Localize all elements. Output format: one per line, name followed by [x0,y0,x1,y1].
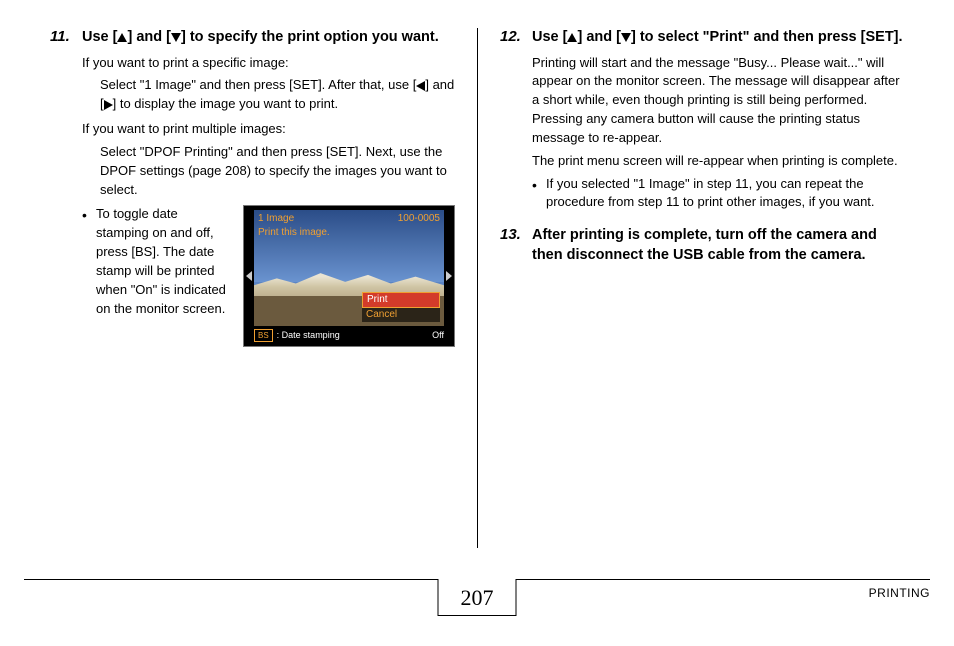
down-triangle-icon [621,33,631,42]
camera-top-labels: 1 Image 100-0005 [258,212,440,227]
date-stamping-value: Off [432,329,444,342]
step-title: After printing is complete, turn off the… [532,226,904,265]
title-part: ] and [ [577,29,621,45]
step-number: 13. [500,226,521,243]
body-line: If you want to print multiple images: [82,120,455,139]
bullet-text-col: To toggle date stamping on and off, pres… [82,205,233,322]
page-footer: 207 PRINTING [24,579,930,628]
bullet-and-image-row: To toggle date stamping on and off, pres… [82,205,455,347]
left-column: 11. Use [ ] and [ ] to specify the print o… [50,28,477,548]
step-11: 11. Use [ ] and [ ] to specify the print o… [50,28,455,347]
bullet-item: To toggle date stamping on and off, pres… [82,205,233,318]
camera-bottom-bar: BS : Date stamping Off [254,328,444,342]
footer-line: 207 PRINTING [24,579,930,628]
date-stamping-label: : Date stamping [277,329,340,342]
manual-page: 11. Use [ ] and [ ] to specify the print o… [0,0,954,548]
step-title: Use [ ] and [ ] to select "Print" and then… [532,28,904,48]
step-body: If you want to print a specific image: S… [82,54,455,348]
camera-print-menu: Print Cancel [362,292,440,322]
bullet-item: If you selected "1 Image" in step 11, yo… [532,175,904,213]
title-part: Use [ [532,29,567,45]
bs-badge: BS [254,329,273,343]
step-13: 13. After printing is complete, turn off… [500,226,904,265]
camera-screenshot: 1 Image 100-0005 Print this image. Print… [243,205,455,347]
body-line: If you want to print a specific image: [82,54,455,73]
indent-block: Select "1 Image" and then press [SET]. A… [82,76,455,114]
page-number: 207 [438,579,517,616]
menu-item-print: Print [362,292,440,308]
up-triangle-icon [117,33,127,42]
step-number: 12. [500,28,521,45]
bullet-list: If you selected "1 Image" in step 11, yo… [532,175,904,213]
menu-item-cancel: Cancel [362,308,440,322]
camera-subtitle: Print this image. [258,226,330,241]
title-part: ] and [ [127,29,171,45]
bullet-list: To toggle date stamping on and off, pres… [82,205,233,318]
camera-mode-label: 1 Image [258,212,294,227]
step-title: Use [ ] and [ ] to specify the print optio… [82,28,455,48]
indent-block: Select "DPOF Printing" and then press [S… [82,143,455,200]
body-paragraph: Printing will start and the message "Bus… [532,54,904,148]
footer-section-label: PRINTING [869,586,930,600]
right-triangle-icon [104,100,113,110]
title-part: ] to select "Print" and then press [SET]… [631,29,903,45]
body-part: Select "1 Image" and then press [SET]. A… [100,77,416,92]
up-triangle-icon [567,33,577,42]
title-part: Use [ [82,29,117,45]
down-triangle-icon [171,33,181,42]
body-paragraph: The print menu screen will re-appear whe… [532,152,904,171]
right-column: 12. Use [ ] and [ ] to select "Print" and … [477,28,904,548]
step-body: Printing will start and the message "Bus… [532,54,904,213]
step-12: 12. Use [ ] and [ ] to select "Print" and … [500,28,904,212]
left-triangle-icon [416,81,425,91]
nav-right-icon [446,271,452,281]
body-part: ] to display the image you want to print… [113,96,338,111]
step-number: 11. [50,28,70,45]
camera-file-number: 100-0005 [398,212,440,227]
title-part: ] to specify the print option you want. [181,29,439,45]
nav-left-icon [246,271,252,281]
